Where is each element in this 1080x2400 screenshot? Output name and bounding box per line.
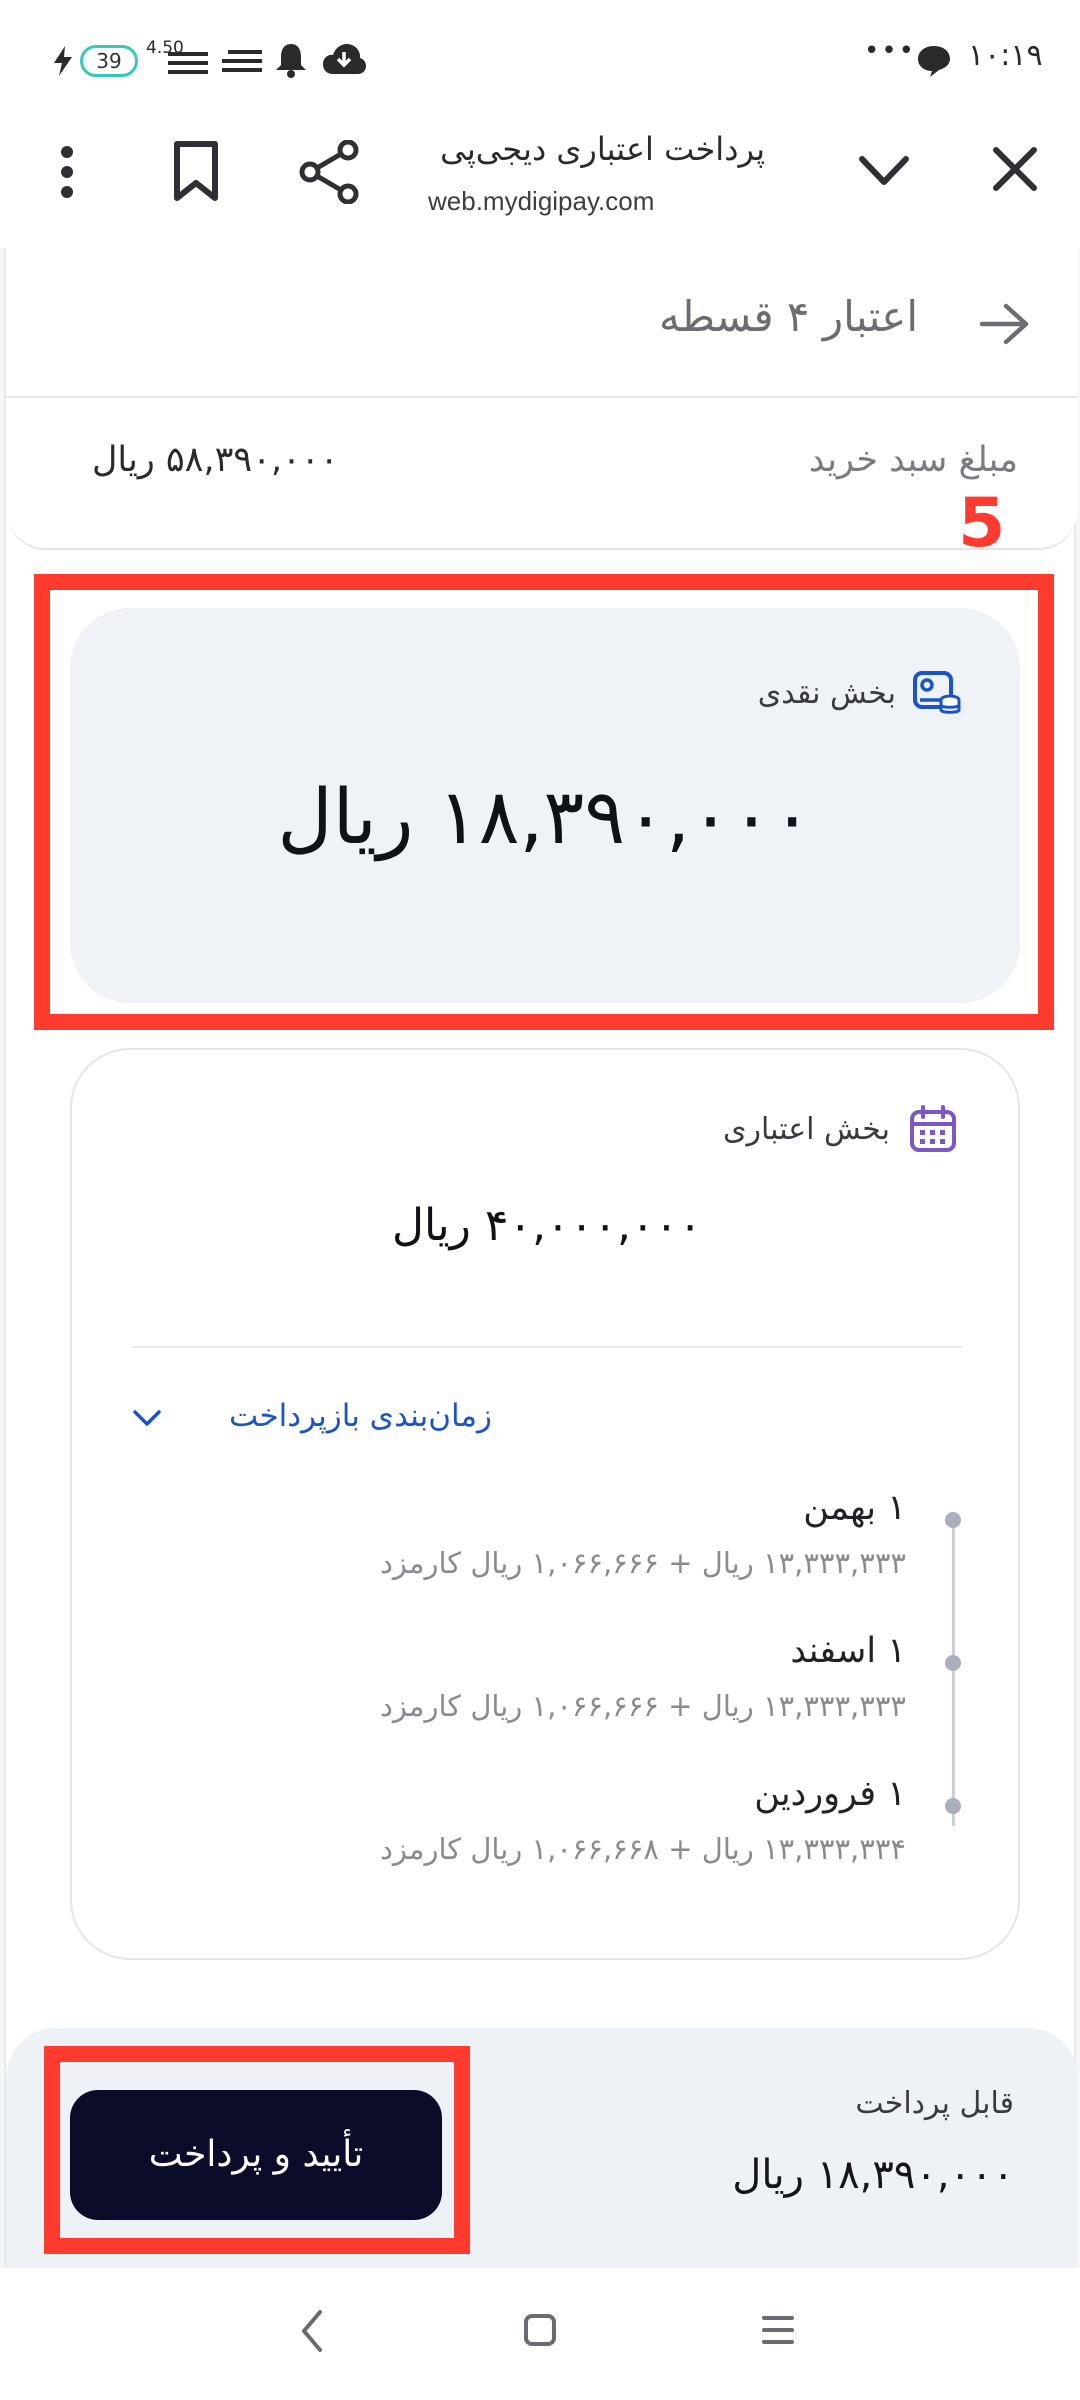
page-title: پرداخت اعتباری دیجی‌پی (440, 130, 765, 168)
annotation-highlight-button (44, 2046, 470, 2254)
back-arrow-icon[interactable] (978, 302, 1030, 346)
timeline-dot (945, 1798, 961, 1814)
page-url[interactable]: web.mydigipay.com (428, 186, 654, 217)
timeline-line (952, 1526, 955, 1826)
browser-toolbar: پرداخت اعتباری دیجی‌پی web.mydigipay.com (0, 118, 1080, 248)
clock: ۱۰:۱۹ (968, 38, 1043, 73)
nav-back-icon[interactable] (296, 2306, 326, 2356)
battery-indicator: 39 (80, 45, 138, 77)
credit-part-card: بخش اعتباری ۴۰,۰۰۰,۰۰۰ ریال زمان‌بندی با… (70, 1048, 1020, 1960)
chevron-down-icon[interactable] (858, 154, 910, 188)
card-divider (132, 1346, 962, 1348)
basket-summary: مبلغ سبد خرید ۵۸,۳۹۰,۰۰۰ ریال (6, 398, 1078, 550)
installment-detail: ۱۳,۳۳۳,۳۳۳ ریال + ۱,۰۶۶,۶۶۶ ریال کارمزد (380, 1546, 906, 1580)
chevron-down-icon (133, 1410, 161, 1426)
payable-label: قابل پرداخت (855, 2086, 1014, 2121)
more-vert-icon[interactable] (52, 142, 82, 202)
nav-home-icon[interactable] (522, 2312, 558, 2348)
credit-part-label: بخش اعتباری (723, 1112, 890, 1147)
header-title: اعتبار ۴ قسطه (659, 292, 918, 341)
installment-date: ۱ بهمن (803, 1488, 906, 1528)
basket-amount: ۵۸,۳۹۰,۰۰۰ ریال (92, 440, 339, 480)
system-nav-bar (0, 2268, 1080, 2400)
basket-label: مبلغ سبد خرید (808, 440, 1018, 480)
credit-part-amount: ۴۰,۰۰۰,۰۰۰ ریال (392, 1200, 702, 1251)
timeline-dot (945, 1655, 961, 1671)
schedule-toggle-label: زمان‌بندی بازپرداخت (229, 1398, 492, 1434)
status-bar: 39 4.50 ••• ۱۰:۱۹ (0, 0, 1080, 118)
schedule-toggle[interactable]: زمان‌بندی بازپرداخت (132, 1394, 492, 1444)
notification-list-icon-2 (222, 50, 262, 72)
installment-detail: ۱۳,۳۳۳,۳۳۳ ریال + ۱,۰۶۶,۶۶۶ ریال کارمزد (380, 1689, 906, 1723)
installment-date: ۱ اسفند (790, 1631, 906, 1671)
message-icon (918, 46, 950, 77)
charging-icon (54, 46, 72, 76)
annotation-step-number: 5 (958, 484, 1006, 563)
installment-date: ۱ فروردین (754, 1774, 906, 1814)
payable-amount: ۱۸,۳۹۰,۰۰۰ ریال (732, 2152, 1014, 2198)
nav-menu-icon[interactable] (760, 2314, 796, 2346)
timeline-dot (945, 1512, 961, 1528)
more-status-dots: ••• (864, 36, 917, 66)
page-header: اعتبار ۴ قسطه (6, 248, 1078, 398)
notification-list-icon (168, 52, 208, 74)
calendar-icon (910, 1105, 956, 1152)
installment-detail: ۱۳,۳۳۳,۳۳۴ ریال + ۱,۰۶۶,۶۶۸ ریال کارمزد (380, 1832, 906, 1866)
close-icon[interactable] (992, 146, 1038, 192)
page-content: اعتبار ۴ قسطه مبلغ سبد خرید ۵۸,۳۹۰,۰۰۰ ر… (0, 248, 1080, 2268)
bookmark-icon[interactable] (172, 140, 220, 202)
annotation-highlight-cash (34, 574, 1054, 1030)
cloud-download-icon (323, 44, 366, 74)
bell-icon (276, 44, 306, 78)
